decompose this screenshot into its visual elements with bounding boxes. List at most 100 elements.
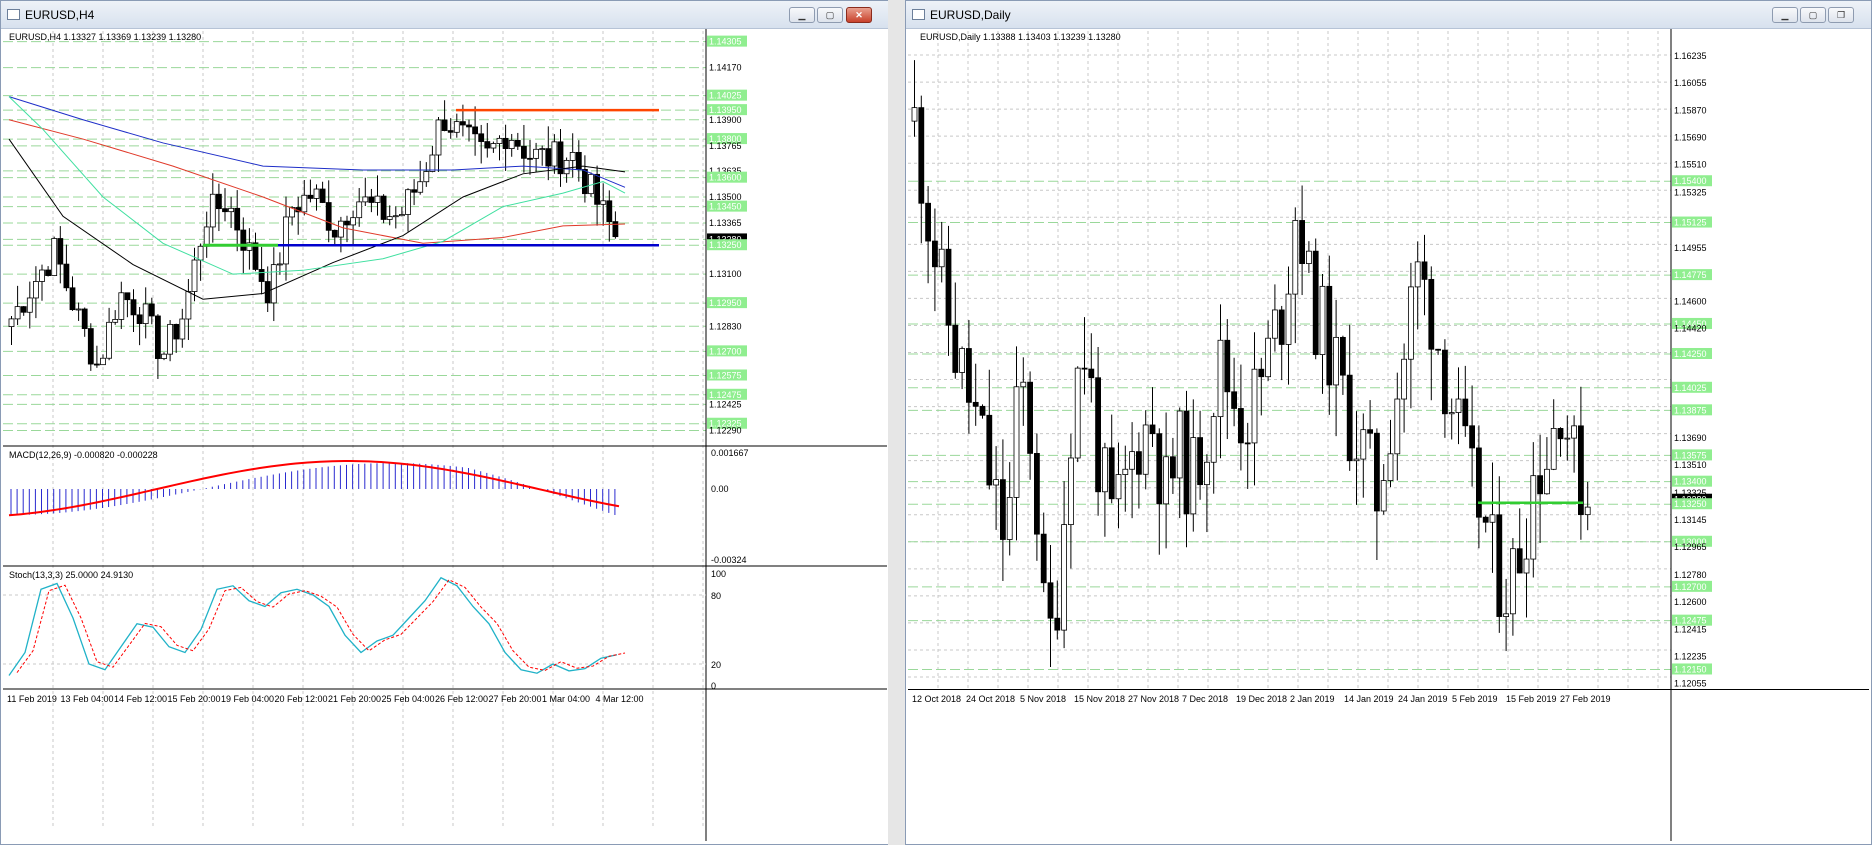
price-label: 1.15690 xyxy=(1674,133,1707,143)
candle-body xyxy=(1333,336,1340,386)
time-axis-label: 24 Jan 2019 xyxy=(1398,694,1448,704)
price-label: 1.13950 xyxy=(709,105,742,115)
candle-body xyxy=(1265,337,1272,378)
time-axis-label: 21 Feb 20:00 xyxy=(328,694,381,704)
candle-body xyxy=(203,226,210,247)
candle-body xyxy=(938,248,945,268)
stoch-scale-label: 80 xyxy=(711,591,721,601)
price-label: 1.14250 xyxy=(1674,349,1707,359)
candle-body xyxy=(1537,475,1543,495)
time-axis-label: 15 Feb 20:00 xyxy=(168,694,221,704)
stoch-label: Stoch(13,3,3) 25.0000 24.9130 xyxy=(9,570,133,580)
window-divider xyxy=(888,0,905,845)
macd-scale-label: 0.00 xyxy=(711,484,729,494)
price-label: 1.15325 xyxy=(1674,187,1707,197)
h4-chart-area[interactable]: EURUSD,H4 1.13327 1.13369 1.13239 1.1328… xyxy=(3,29,887,844)
candle-body xyxy=(228,207,235,213)
minimize-button[interactable]: ▁ xyxy=(1772,7,1798,23)
candle-body xyxy=(234,207,241,231)
candle-body xyxy=(1489,514,1496,523)
candle-body xyxy=(986,414,993,486)
candle-body xyxy=(1544,468,1550,495)
daily-window-title: EURUSD,Daily xyxy=(930,8,1011,22)
candle-body xyxy=(392,215,399,218)
candle-body xyxy=(1496,514,1503,617)
candle-body xyxy=(1401,358,1408,400)
candle-body xyxy=(1129,451,1136,470)
candle-body xyxy=(124,292,131,301)
candle-body xyxy=(600,200,607,205)
price-label: 1.13250 xyxy=(709,240,742,250)
candle-body xyxy=(100,357,106,366)
candle-body xyxy=(569,151,576,161)
time-axis-label: 2 Jan 2019 xyxy=(1290,694,1335,704)
candle-body xyxy=(1448,412,1455,415)
price-label: 1.13400 xyxy=(1674,477,1707,487)
candle-body xyxy=(1469,425,1475,449)
price-label: 1.13450 xyxy=(709,202,742,212)
candle-body xyxy=(362,196,369,203)
candle-body xyxy=(1122,468,1129,475)
time-axis-label: 19 Dec 2018 xyxy=(1236,694,1287,704)
candle-body xyxy=(398,214,405,217)
price-label: 1.14420 xyxy=(1674,323,1707,333)
candle-body xyxy=(1067,457,1074,526)
candle-body xyxy=(106,321,112,359)
candle-body xyxy=(582,169,588,195)
price-label: 1.12575 xyxy=(709,370,742,380)
time-axis-label: 5 Nov 2018 xyxy=(1020,694,1066,704)
price-label: 1.12150 xyxy=(1674,664,1707,674)
candle-body xyxy=(161,353,167,359)
candle-body xyxy=(1571,425,1577,439)
candle-body xyxy=(551,141,558,167)
candle-body xyxy=(979,405,986,416)
maximize-button[interactable]: ▢ xyxy=(817,7,843,23)
close-button[interactable]: ✕ xyxy=(846,7,872,23)
candle-body xyxy=(1061,524,1068,631)
candle-body xyxy=(417,181,424,193)
candle-body xyxy=(1516,548,1523,574)
stoch-scale-label: 100 xyxy=(711,569,726,579)
candle-body xyxy=(32,281,39,299)
candle-body xyxy=(606,200,613,223)
candle-body xyxy=(20,306,27,313)
daily-titlebar[interactable]: EURUSD,Daily ▁ ▢ ❐ xyxy=(906,1,1871,29)
candle-body xyxy=(1251,368,1258,444)
candle-body xyxy=(1550,428,1557,470)
candle-body xyxy=(1326,285,1333,386)
candle-body xyxy=(1407,286,1414,360)
candle-body xyxy=(478,133,485,142)
candle-body xyxy=(1421,261,1428,280)
candle-body xyxy=(1013,386,1020,498)
candle-body xyxy=(337,220,344,238)
candle-body xyxy=(1027,381,1033,454)
candle-body xyxy=(1142,424,1149,475)
candle-body xyxy=(1278,309,1285,345)
macd-scale-label: 0.001667 xyxy=(711,448,749,458)
price-label: 1.12950 xyxy=(709,298,742,308)
candle-body xyxy=(1197,437,1204,486)
daily-chart-area[interactable]: EURUSD,Daily 1.13388 1.13403 1.13239 1.1… xyxy=(908,29,1869,844)
chart-window-icon xyxy=(912,9,925,20)
minimize-button[interactable]: ▁ xyxy=(789,7,815,23)
price-label: 1.12780 xyxy=(1674,570,1707,580)
price-label: 1.12700 xyxy=(1674,582,1707,592)
candle-body xyxy=(57,238,64,265)
candle-body xyxy=(931,240,938,268)
candle-body xyxy=(1237,408,1244,444)
restore-button[interactable]: ❐ xyxy=(1828,7,1854,23)
candle-body xyxy=(447,130,454,133)
price-label: 1.12600 xyxy=(1674,597,1707,607)
candle-body xyxy=(966,348,972,403)
price-label: 1.15870 xyxy=(1674,106,1707,116)
candle-body xyxy=(1040,533,1047,584)
time-axis-label: 4 Mar 12:00 xyxy=(596,694,644,704)
time-axis-label: 15 Feb 2019 xyxy=(1506,694,1557,704)
h4-titlebar[interactable]: EURUSD,H4 ▁ ▢ ✕ xyxy=(1,1,889,29)
candle-body xyxy=(307,194,314,199)
candle-body xyxy=(1047,582,1054,619)
price-label: 1.13250 xyxy=(1674,499,1707,509)
time-axis-label: 27 Feb 20:00 xyxy=(489,694,542,704)
candle-body xyxy=(136,314,143,325)
maximize-button[interactable]: ▢ xyxy=(1800,7,1826,23)
